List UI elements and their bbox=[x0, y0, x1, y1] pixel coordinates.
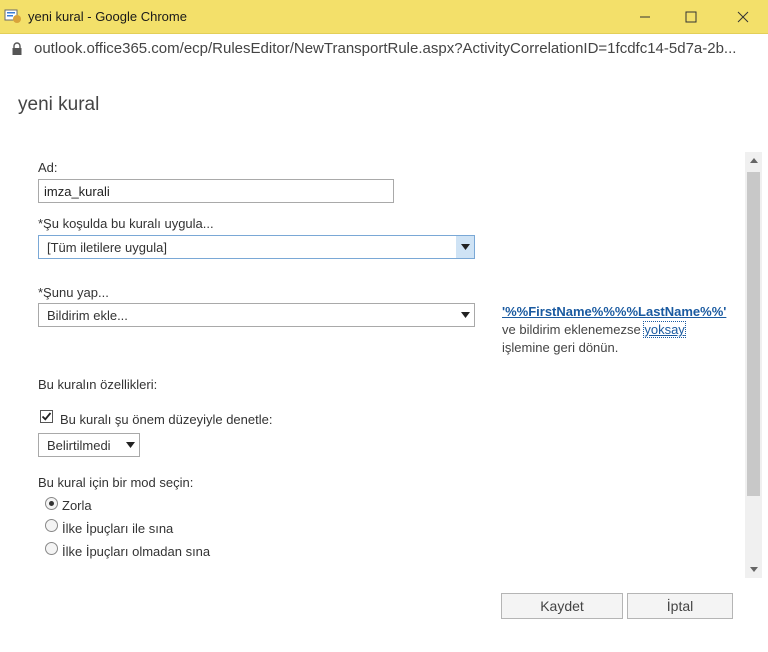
condition-select-value: [Tüm iletilere uygula] bbox=[47, 240, 167, 255]
audit-checkbox[interactable] bbox=[40, 410, 53, 423]
minimize-button[interactable] bbox=[622, 0, 668, 34]
close-icon bbox=[737, 11, 749, 23]
address-bar[interactable]: outlook.office365.com/ecp/RulesEditor/Ne… bbox=[0, 34, 768, 66]
action-info-text: ve bildirim eklenemezse bbox=[502, 322, 645, 337]
properties-label: Bu kuralın özellikleri: bbox=[38, 377, 158, 392]
caret-down-icon bbox=[460, 312, 470, 318]
minimize-icon bbox=[640, 16, 650, 18]
scroll-up-icon bbox=[749, 158, 758, 163]
scroll-down-icon bbox=[749, 567, 758, 572]
url-text[interactable]: outlook.office365.com/ecp/RulesEditor/Ne… bbox=[34, 40, 760, 57]
mode-radio-test-with-tips[interactable] bbox=[45, 519, 58, 532]
maximize-button[interactable] bbox=[668, 0, 714, 34]
check-icon bbox=[41, 412, 52, 421]
cancel-button[interactable]: İptal bbox=[627, 593, 733, 619]
mode-radio-test-without-tips[interactable] bbox=[45, 542, 58, 555]
mode-radio-enforce[interactable] bbox=[45, 497, 58, 510]
name-input[interactable]: imza_kurali bbox=[38, 179, 394, 203]
scroll-up-button[interactable] bbox=[745, 152, 762, 169]
name-label: Ad: bbox=[38, 160, 58, 175]
action-select[interactable]: Bildirim ekle... bbox=[38, 303, 475, 327]
save-button[interactable]: Kaydet bbox=[501, 593, 623, 619]
caret-down-icon bbox=[125, 442, 135, 448]
severity-select-value: Belirtilmedi bbox=[47, 438, 111, 453]
action-label: *Şunu yap... bbox=[38, 285, 109, 300]
disclaimer-text-link[interactable]: '%%FirstName%%%%LastName%%' bbox=[502, 304, 726, 319]
lock-icon bbox=[12, 42, 22, 55]
action-select-value: Bildirim ekle... bbox=[47, 308, 128, 323]
page-title: yeni kural bbox=[18, 94, 100, 115]
mode-label: Bu kural için bir mod seçin: bbox=[38, 475, 194, 490]
condition-label: *Şu koşulda bu kuralı uygula... bbox=[38, 216, 214, 231]
caret-down-icon bbox=[460, 244, 470, 250]
window-titlebar: yeni kural - Google Chrome bbox=[0, 0, 768, 34]
dropdown-arrow[interactable] bbox=[121, 434, 139, 456]
audit-checkbox-label: Bu kuralı şu önem düzeyiyle denetle: bbox=[60, 412, 273, 427]
action-description: '%%FirstName%%%%LastName%%' ve bildirim … bbox=[502, 303, 732, 357]
severity-select[interactable]: Belirtilmedi bbox=[38, 433, 140, 457]
mode-radio-label: İlke İpuçları olmadan sına bbox=[62, 544, 211, 559]
scroll-thumb[interactable] bbox=[747, 172, 760, 496]
window-title: yeni kural - Google Chrome bbox=[28, 9, 187, 24]
mode-radio-label: İlke İpuçları ile sına bbox=[62, 521, 174, 536]
outlook-app-icon bbox=[4, 9, 21, 23]
dropdown-arrow[interactable] bbox=[456, 236, 474, 258]
scroll-down-button[interactable] bbox=[745, 561, 762, 578]
mode-radio-label: Zorla bbox=[62, 498, 92, 513]
condition-select[interactable]: [Tüm iletilere uygula] bbox=[38, 235, 475, 259]
close-button[interactable] bbox=[720, 0, 766, 34]
fallback-action-link[interactable]: yoksay bbox=[643, 321, 686, 338]
vertical-scrollbar[interactable] bbox=[745, 152, 762, 578]
dropdown-arrow[interactable] bbox=[456, 304, 474, 326]
action-info-text: işlemine geri dönün. bbox=[502, 340, 619, 355]
maximize-icon bbox=[685, 11, 697, 23]
